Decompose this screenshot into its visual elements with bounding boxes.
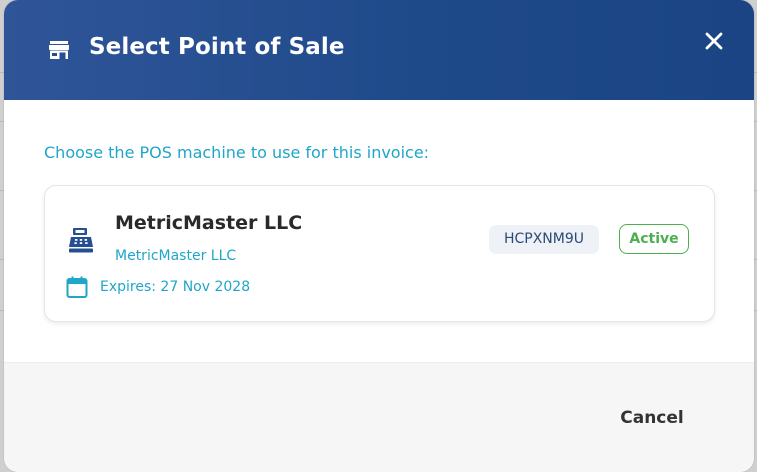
- pos-machine-company: MetricMaster LLC: [115, 248, 237, 264]
- pos-machine-name: MetricMaster LLC: [115, 212, 303, 234]
- pos-machine-code-badge: HCPXNM9U: [489, 225, 599, 254]
- pos-machine-expiry: Expires: 27 Nov 2028: [100, 279, 251, 295]
- dialog-footer: Cancel: [4, 362, 754, 472]
- cash-register-icon: [69, 228, 93, 253]
- dialog-title: Select Point of Sale: [89, 34, 345, 60]
- status-badge: Active: [619, 224, 689, 254]
- cancel-button[interactable]: Cancel: [602, 401, 702, 435]
- pos-machine-card[interactable]: MetricMaster LLC MetricMaster LLC Expire…: [44, 185, 715, 322]
- store-icon: [49, 41, 69, 59]
- dialog-header: Select Point of Sale: [4, 0, 754, 100]
- calendar-icon: [66, 276, 88, 298]
- dialog-body: Choose the POS machine to use for this i…: [4, 100, 754, 362]
- pos-selection-prompt: Choose the POS machine to use for this i…: [44, 143, 430, 162]
- close-icon[interactable]: [700, 27, 728, 55]
- select-pos-dialog: Select Point of Sale Choose the POS mach…: [4, 0, 754, 472]
